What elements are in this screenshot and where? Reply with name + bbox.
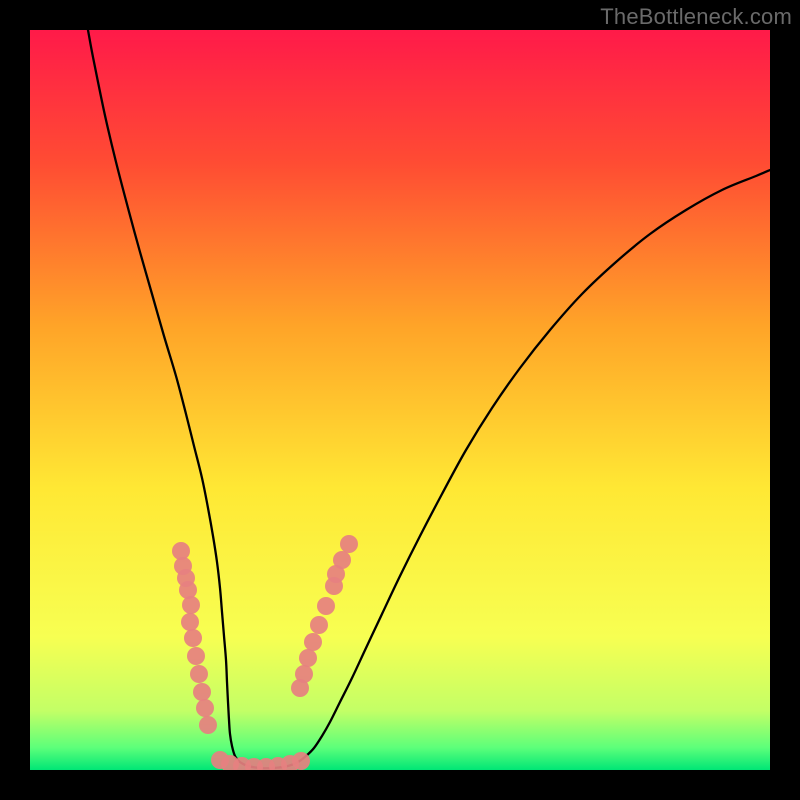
data-point	[193, 683, 211, 701]
data-point	[196, 699, 214, 717]
data-point	[295, 665, 313, 683]
data-point	[310, 616, 328, 634]
data-point	[317, 597, 335, 615]
data-point	[181, 613, 199, 631]
data-point	[190, 665, 208, 683]
data-point	[179, 581, 197, 599]
dots-right-branch-dots	[291, 535, 358, 697]
data-point	[292, 752, 310, 770]
frame: TheBottleneck.com	[0, 0, 800, 800]
dots-floor-dots	[211, 751, 310, 770]
data-point	[187, 647, 205, 665]
data-point	[299, 649, 317, 667]
data-point	[199, 716, 217, 734]
chart-svg	[30, 30, 770, 770]
dots-left-branch-dots	[172, 542, 217, 734]
data-point	[184, 629, 202, 647]
data-point	[304, 633, 322, 651]
data-point	[182, 596, 200, 614]
data-point	[333, 551, 351, 569]
plot-area	[30, 30, 770, 770]
data-point	[340, 535, 358, 553]
watermark-label: TheBottleneck.com	[600, 4, 792, 30]
